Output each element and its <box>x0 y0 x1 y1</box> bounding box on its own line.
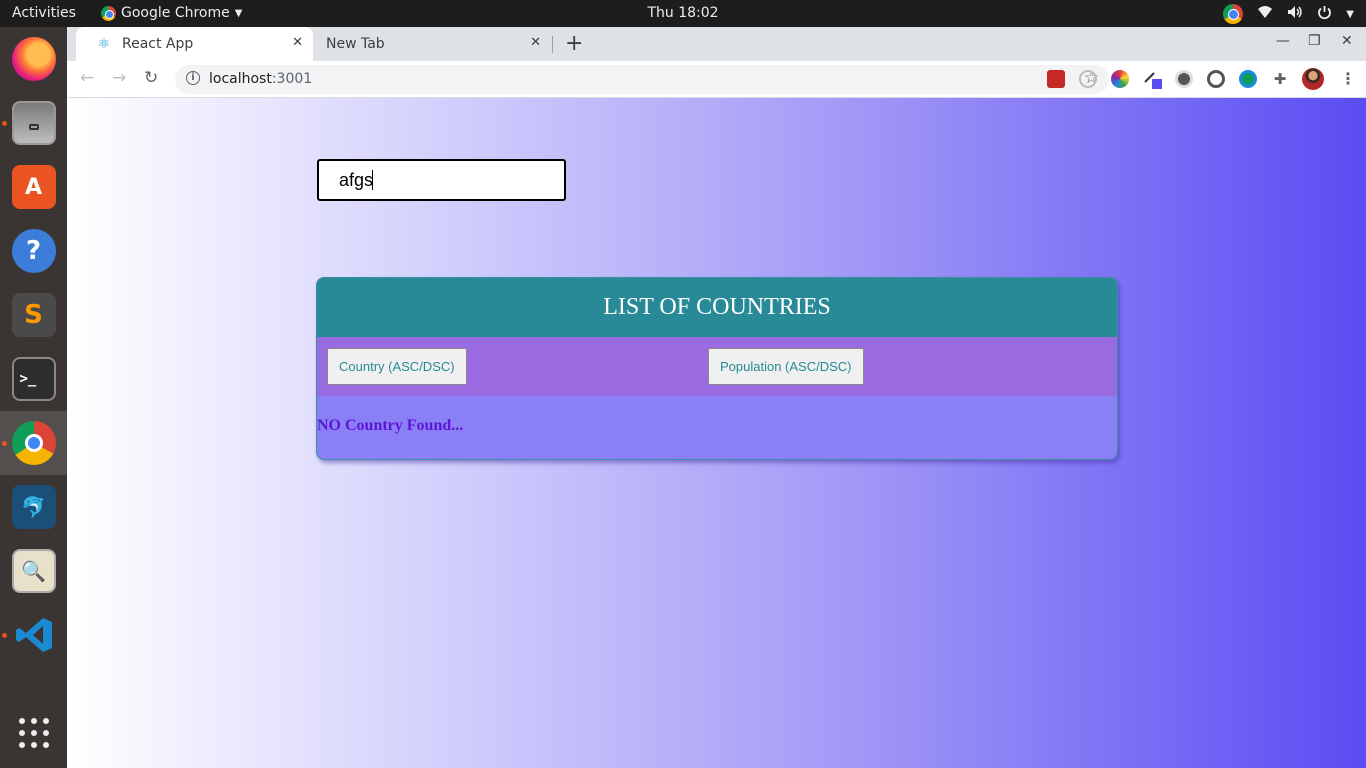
menu-kebab-icon[interactable]: ⋮ <box>1340 69 1356 88</box>
react-icon: ⚛ <box>97 36 111 52</box>
tab-new-tab[interactable]: New Tab ✕ <box>314 27 551 61</box>
close-icon[interactable]: ✕ <box>292 35 303 50</box>
text-caret <box>372 170 373 190</box>
extension-green-icon[interactable] <box>1239 70 1257 88</box>
sort-country-button[interactable]: Country (ASC/DSC) <box>327 348 467 385</box>
sublime-text-icon: S <box>11 293 56 337</box>
system-top-bar: Activities Google Chrome ▼ Thu 18:02 ▼ <box>0 0 1366 27</box>
power-icon <box>1317 5 1332 24</box>
chevron-down-icon: ▼ <box>1346 8 1354 20</box>
dock-item-chrome[interactable] <box>0 411 67 475</box>
tab-separator <box>552 36 553 53</box>
info-icon[interactable]: i <box>186 71 200 85</box>
extensions-puzzle-icon[interactable]: ✚ <box>1271 70 1289 88</box>
dock-item-firefox[interactable] <box>0 27 67 91</box>
volume-icon <box>1287 5 1303 23</box>
clock[interactable]: Thu 18:02 <box>0 5 1366 21</box>
dock-item-files[interactable] <box>0 91 67 155</box>
extension-red-icon[interactable] <box>1047 70 1065 88</box>
files-icon <box>11 101 56 145</box>
countries-card: LIST OF COUNTRIES Country (ASC/DSC) Popu… <box>316 277 1118 460</box>
reload-button[interactable]: ↻ <box>144 68 158 88</box>
address-bar[interactable]: i localhost:3001 ☆ <box>175 65 1109 94</box>
terminal-icon: >_ <box>11 357 56 401</box>
chrome-tray-icon[interactable] <box>1223 4 1244 24</box>
eyedropper-icon[interactable] <box>1143 70 1162 89</box>
grid-icon <box>18 717 50 753</box>
system-tray[interactable]: ▼ <box>1223 4 1354 24</box>
forward-button[interactable]: → <box>112 68 126 88</box>
color-picker-icon[interactable] <box>1111 70 1129 88</box>
firefox-icon <box>11 37 56 81</box>
software-center-icon: A <box>11 165 56 209</box>
no-country-message: NO Country Found... <box>317 417 464 434</box>
profile-avatar[interactable] <box>1302 68 1324 90</box>
back-button[interactable]: ← <box>80 68 94 88</box>
browser-toolbar: ← → ↻ i localhost:3001 ☆ ✚ ⋮ <box>67 61 1366 98</box>
new-tab-button[interactable]: + <box>565 31 583 56</box>
dock-item-image-viewer[interactable]: 🔍 <box>0 539 67 603</box>
wifi-icon <box>1257 5 1273 23</box>
extension-circle-icon[interactable] <box>1175 70 1193 88</box>
sort-bar: Country (ASC/DSC) Population (ASC/DSC) <box>317 337 1117 396</box>
close-icon[interactable]: ✕ <box>530 35 541 50</box>
mysql-workbench-icon: 🐬 <box>11 485 56 529</box>
dock-item-vscode[interactable] <box>0 603 67 667</box>
tab-label: React App <box>122 36 194 52</box>
help-icon: ? <box>11 229 56 273</box>
tab-label: New Tab <box>326 36 385 52</box>
close-window-button[interactable]: ✕ <box>1341 33 1353 49</box>
page-content: LIST OF COUNTRIES Country (ASC/DSC) Popu… <box>67 98 1366 768</box>
dock-item-sublime[interactable]: S <box>0 283 67 347</box>
restore-button[interactable]: ❐ <box>1308 33 1321 49</box>
url-text: localhost:3001 <box>209 71 313 87</box>
tab-react-app[interactable]: ⚛ React App ✕ <box>76 27 313 61</box>
dock-item-mysql[interactable]: 🐬 <box>0 475 67 539</box>
show-applications-button[interactable] <box>0 703 67 767</box>
dock-item-help[interactable]: ? <box>0 219 67 283</box>
extension-timer-icon[interactable] <box>1079 70 1097 88</box>
dock-item-terminal[interactable]: >_ <box>0 347 67 411</box>
tab-strip: ⚛ React App ✕ New Tab ✕ + — ❐ ✕ <box>67 27 1366 61</box>
extension-ring-icon[interactable] <box>1207 70 1225 88</box>
chrome-icon <box>11 421 56 465</box>
dock-item-software[interactable]: A <box>0 155 67 219</box>
minimize-button[interactable]: — <box>1276 33 1290 49</box>
vscode-icon <box>12 613 56 657</box>
dock: A ? S >_ 🐬 🔍 <box>0 27 67 768</box>
sort-population-button[interactable]: Population (ASC/DSC) <box>708 348 864 385</box>
countries-title: LIST OF COUNTRIES <box>317 278 1117 337</box>
country-search-input[interactable] <box>317 159 566 201</box>
image-viewer-icon: 🔍 <box>11 549 56 593</box>
